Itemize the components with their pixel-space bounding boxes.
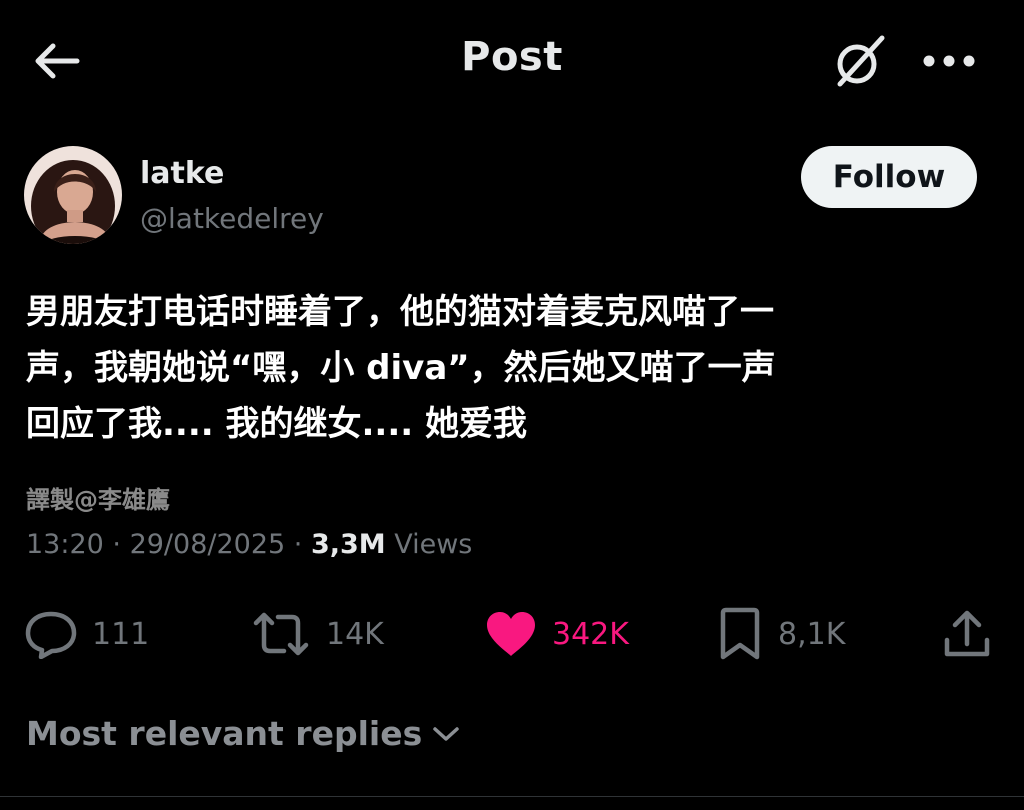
author-row: latke @latkedelrey Follow (24, 146, 984, 246)
grok-slash-circle-icon (837, 35, 885, 87)
user-handle[interactable]: @latkedelrey (140, 202, 324, 235)
avatar-image (24, 146, 122, 244)
bookmark-button[interactable]: 8,1K (716, 606, 845, 662)
bookmark-icon (716, 607, 764, 661)
chevron-down-icon (432, 724, 460, 744)
heart-icon (484, 609, 538, 659)
like-count: 342K (552, 616, 629, 652)
action-bar: 111 14K 342K 8,1K (24, 606, 1004, 666)
replies-sort-label: Most relevant replies (26, 714, 423, 753)
repost-button[interactable]: 14K (250, 606, 384, 662)
meta-separator: · (103, 529, 130, 560)
reply-count: 111 (92, 616, 150, 652)
repost-count: 14K (326, 616, 384, 652)
share-icon (942, 608, 992, 660)
avatar[interactable] (24, 146, 122, 244)
post-text: 男朋友打电话时睡着了，他的猫对着麦克风喵了一 声，我朝她说“嘿，小 diva”，… (26, 292, 776, 444)
translator-watermark: 譯製@李雄鷹 (26, 486, 170, 514)
post-meta: 13:20 · 29/08/2025 · 3,3M Views (26, 529, 472, 560)
reply-button[interactable]: 111 (24, 606, 149, 662)
repost-icon (250, 609, 312, 659)
top-bar: Post (0, 0, 1024, 120)
like-button[interactable]: 342K (484, 606, 629, 662)
display-name[interactable]: latke (140, 156, 224, 191)
divider (0, 796, 1024, 797)
share-button[interactable] (942, 606, 992, 662)
bookmark-count: 8,1K (778, 616, 846, 652)
views-count[interactable]: 3,3M (311, 529, 386, 560)
more-options-button[interactable] (918, 36, 980, 86)
follow-button[interactable]: Follow (801, 146, 977, 208)
post-date: 29/08/2025 (129, 529, 286, 560)
reply-icon (24, 609, 78, 659)
more-horizontal-icon (923, 55, 975, 67)
meta-separator: · (285, 529, 311, 560)
post-time: 13:20 (26, 529, 104, 560)
replies-sort-dropdown[interactable]: Most relevant replies (26, 714, 460, 753)
views-label: Views (385, 529, 473, 560)
grok-button[interactable] (828, 32, 892, 92)
